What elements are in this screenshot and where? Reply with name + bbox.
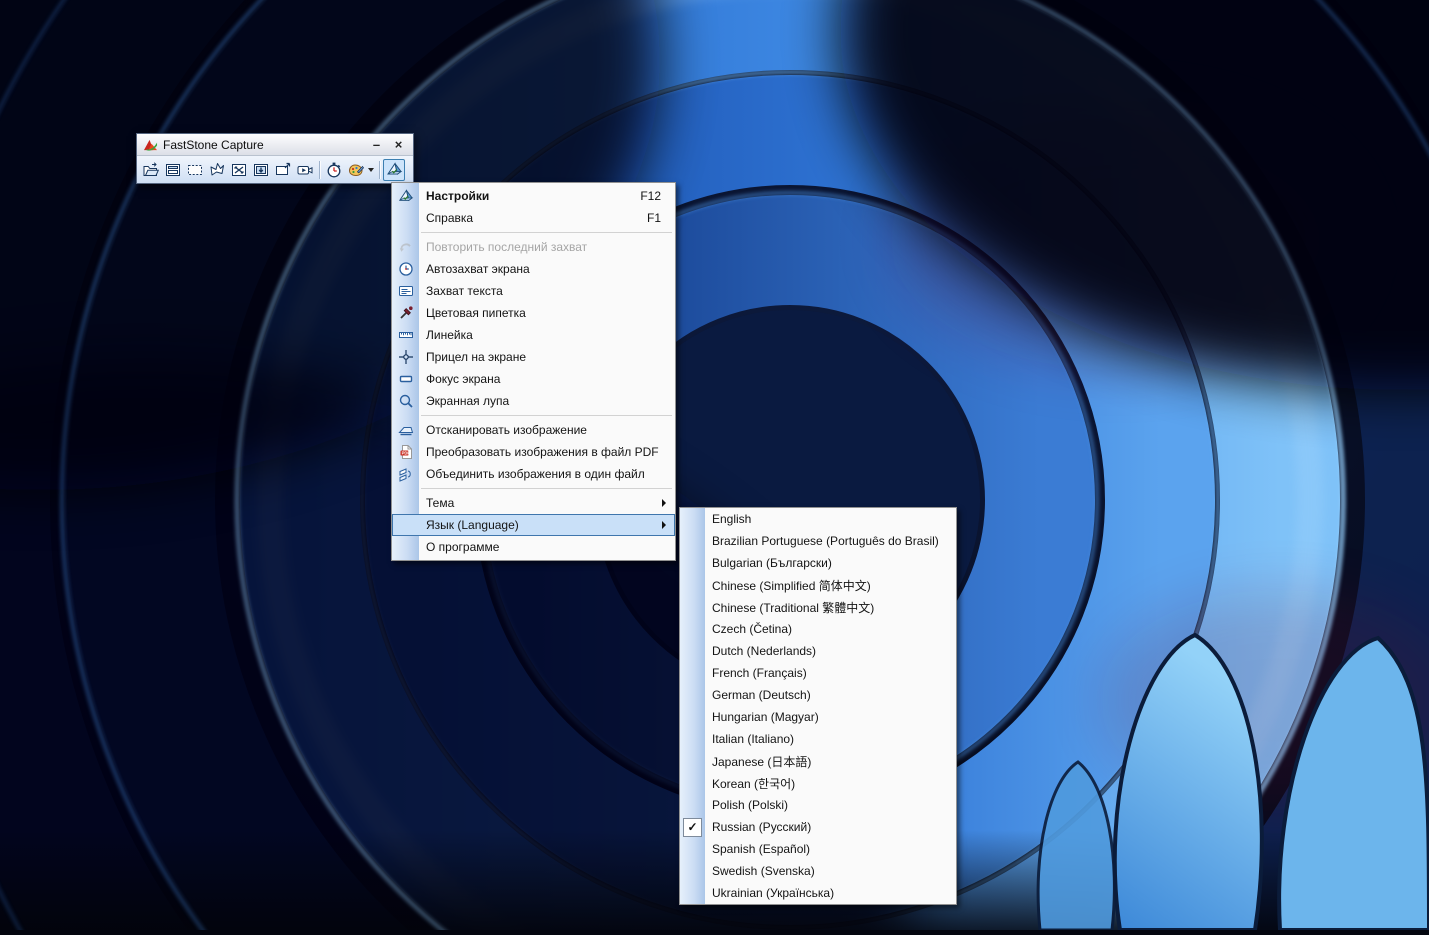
window-title: FastStone Capture	[163, 137, 264, 152]
submenu-item-japanese[interactable]: Japanese (日本語)	[680, 750, 956, 772]
window-titlebar[interactable]: FastStone Capture – ×	[137, 134, 413, 156]
open-folder-icon	[143, 161, 160, 176]
join-images-icon	[392, 466, 419, 482]
editor-dropdown-arrow-icon[interactable]	[368, 167, 374, 172]
scanner-icon	[392, 422, 419, 438]
focus-rect-icon	[392, 371, 419, 387]
menu-item-screen-focus[interactable]: Фокус экрана	[392, 368, 675, 390]
submenu-item-ukrainian[interactable]: Ukrainian (Українська)	[680, 882, 956, 904]
capture-fixed-region-icon	[276, 162, 291, 175]
submenu-item-brazilian-portuguese[interactable]: Brazilian Portuguese (Português do Brasi…	[680, 530, 956, 552]
checkmark-icon: ✓	[683, 817, 702, 837]
settings-icon	[387, 161, 403, 175]
menu-item-screen-crosshair[interactable]: Прицел на экране	[392, 346, 675, 368]
svg-text:PDF: PDF	[401, 451, 410, 456]
menu-item-capture-text[interactable]: Захват текста	[392, 280, 675, 302]
toolbar-capture-fullscreen-button[interactable]	[228, 159, 250, 181]
faststone-capture-window: FastStone Capture – ×	[136, 133, 414, 184]
submenu-item-korean[interactable]: Korean (한국어)	[680, 772, 956, 794]
menu-item-about[interactable]: О программе	[392, 536, 675, 558]
capture-rectangle-icon	[188, 164, 202, 175]
menu-item-help[interactable]: Справка F1	[392, 207, 675, 229]
capture-fullscreen-icon	[232, 163, 246, 176]
toolbar-editor-button[interactable]	[345, 159, 367, 181]
capture-freehand-icon	[210, 162, 224, 175]
menu-separator	[392, 485, 675, 492]
menu-separator	[392, 412, 675, 419]
shortcut-label: F1	[646, 211, 661, 225]
menu-item-convert-to-pdf[interactable]: PDF Преобразовать изображения в файл PDF	[392, 441, 675, 463]
magnifier-icon	[392, 393, 419, 409]
capture-window-icon	[166, 163, 180, 176]
menu-item-auto-capture[interactable]: Автозахват экрана	[392, 258, 675, 280]
toolbar-capture-rectangle-button[interactable]	[184, 159, 206, 181]
toolbar-screen-recorder-button[interactable]	[294, 159, 316, 181]
menu-item-join-images[interactable]: Объединить изображения в один файл	[392, 463, 675, 485]
submenu-item-dutch[interactable]: Dutch (Nederlands)	[680, 640, 956, 662]
submenu-item-bulgarian[interactable]: Bulgarian (Български)	[680, 552, 956, 574]
submenu-item-french[interactable]: French (Français)	[680, 662, 956, 684]
submenu-item-swedish[interactable]: Swedish (Svenska)	[680, 860, 956, 882]
submenu-item-polish[interactable]: Polish (Polski)	[680, 794, 956, 816]
submenu-item-german[interactable]: German (Deutsch)	[680, 684, 956, 706]
screen-recorder-icon	[297, 165, 313, 174]
menu-item-language[interactable]: Язык (Language)	[392, 514, 675, 536]
close-button[interactable]: ×	[390, 137, 407, 153]
toolbar-separator	[319, 160, 320, 179]
delay-timer-icon	[327, 162, 341, 177]
editor-palette-icon	[348, 163, 365, 176]
clock-icon	[392, 261, 419, 277]
crosshair-icon	[392, 349, 419, 365]
toolbar-capture-freehand-button[interactable]	[206, 159, 228, 181]
menu-item-color-picker[interactable]: Цветовая пипетка	[392, 302, 675, 324]
menu-item-scan-image[interactable]: Отсканировать изображение	[392, 419, 675, 441]
toolbar-separator	[379, 160, 380, 179]
toolbar-capture-fixed-region-button[interactable]	[272, 159, 294, 181]
eyedropper-icon	[392, 305, 419, 321]
capture-scrolling-icon	[254, 163, 268, 176]
menu-item-ruler[interactable]: Линейка	[392, 324, 675, 346]
settings-icon	[392, 188, 419, 205]
settings-context-menu: Настройки F12 Справка F1 Повторить после…	[391, 182, 676, 561]
menu-item-theme[interactable]: Тема	[392, 492, 675, 514]
toolbar-capture-window-button[interactable]	[162, 159, 184, 181]
submenu-item-hungarian[interactable]: Hungarian (Magyar)	[680, 706, 956, 728]
shortcut-label: F12	[640, 189, 661, 203]
undo-icon	[392, 239, 419, 255]
submenu-item-russian[interactable]: ✓ Russian (Русский)	[680, 816, 956, 838]
toolbar-capture-scrolling-button[interactable]	[250, 159, 272, 181]
submenu-arrow-icon	[662, 499, 666, 507]
submenu-item-italian[interactable]: Italian (Italiano)	[680, 728, 956, 750]
text-capture-icon	[392, 283, 419, 299]
toolbar-settings-button[interactable]	[383, 158, 405, 181]
menu-item-settings[interactable]: Настройки F12	[392, 185, 675, 207]
menu-item-screen-magnifier[interactable]: Экранная лупа	[392, 390, 675, 412]
language-submenu: English Brazilian Portuguese (Português …	[679, 507, 957, 905]
submenu-item-czech[interactable]: Czech (Četina)	[680, 618, 956, 640]
submenu-item-chinese-traditional[interactable]: Chinese (Traditional 繁體中文)	[680, 596, 956, 618]
submenu-item-spanish[interactable]: Spanish (Español)	[680, 838, 956, 860]
toolbar-delay-timer-button[interactable]	[323, 159, 345, 181]
pdf-icon: PDF	[392, 444, 419, 460]
ruler-icon	[392, 327, 419, 343]
menu-separator	[392, 229, 675, 236]
minimize-button[interactable]: –	[368, 137, 385, 153]
faststone-logo-icon	[143, 139, 158, 151]
submenu-item-chinese-simplified[interactable]: Chinese (Simplified 简体中文)	[680, 574, 956, 596]
submenu-item-english[interactable]: English	[680, 508, 956, 530]
capture-toolbar	[137, 156, 413, 183]
toolbar-open-button[interactable]	[140, 159, 162, 181]
menu-item-repeat-last-capture: Повторить последний захват	[392, 236, 675, 258]
submenu-arrow-icon	[662, 521, 666, 529]
